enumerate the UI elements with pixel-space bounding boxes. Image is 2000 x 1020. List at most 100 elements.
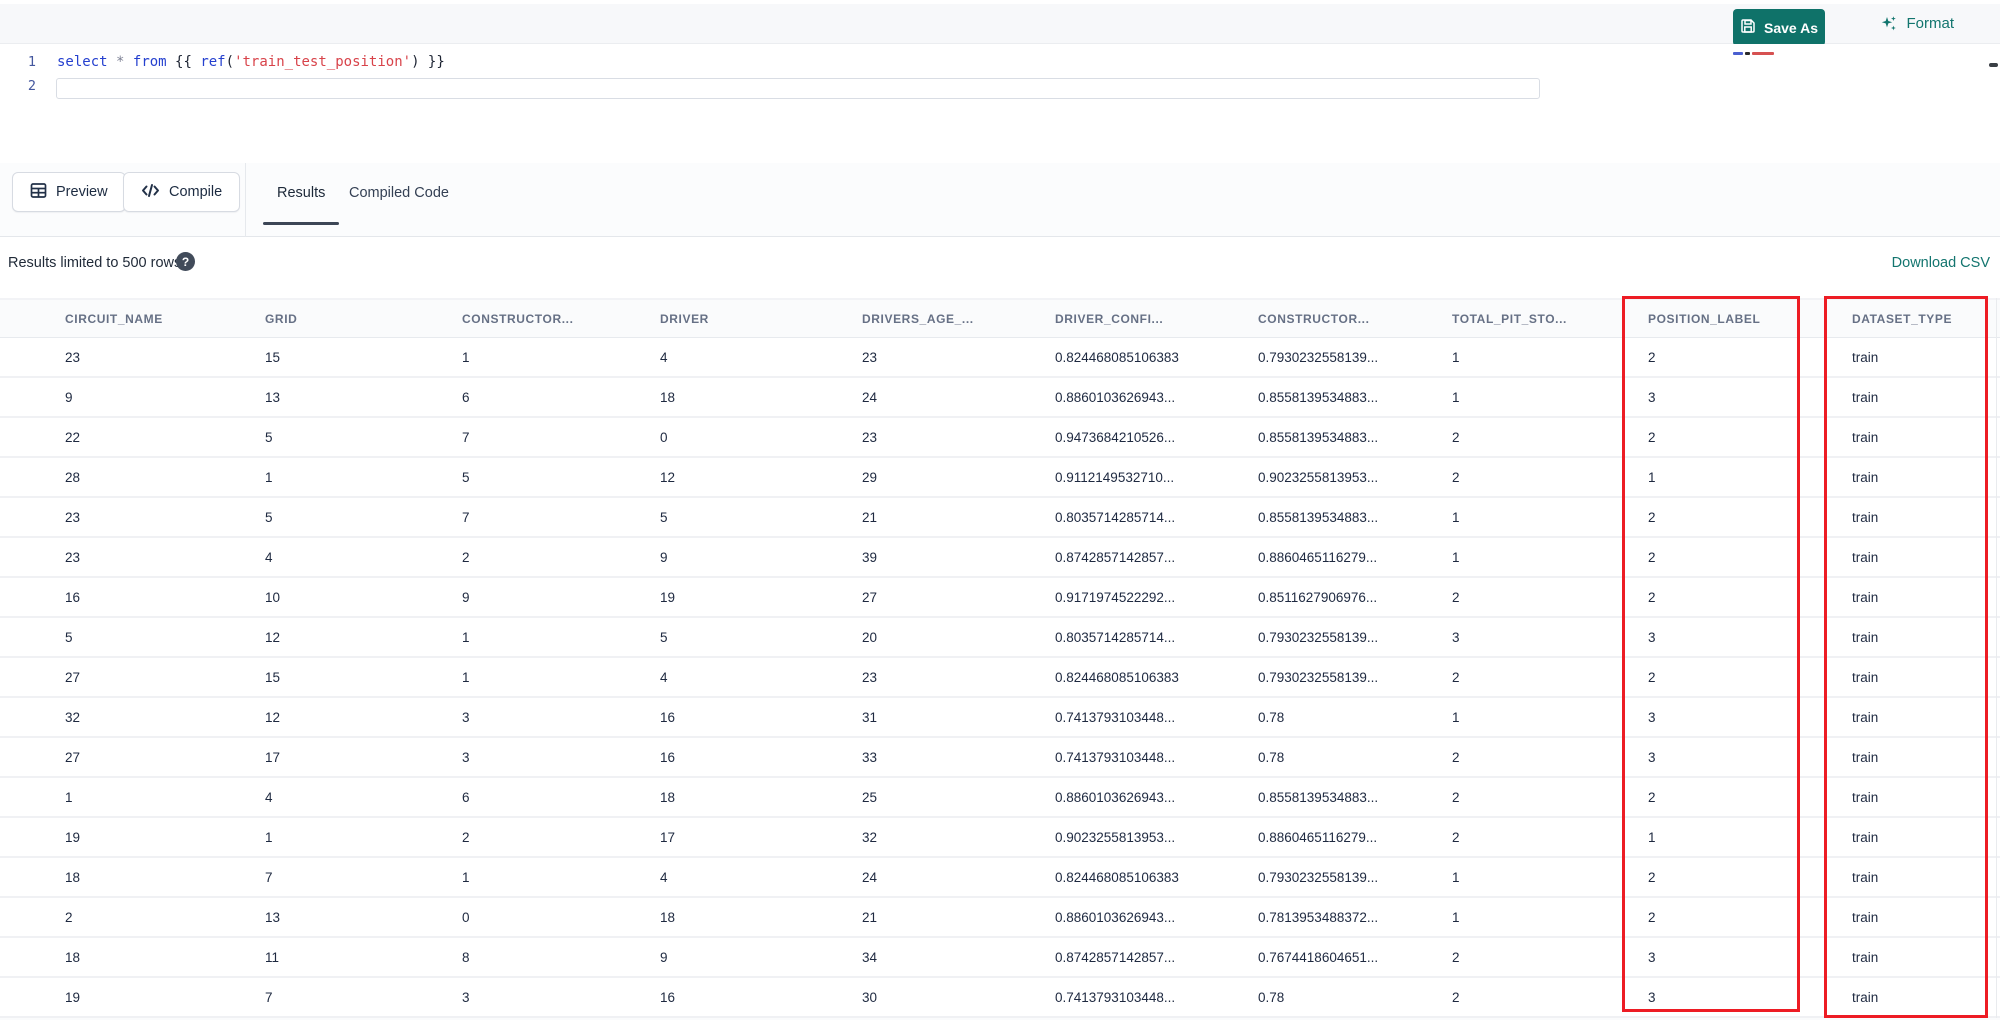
sql-code-editor[interactable]: 1 select * from {{ ref('train_test_posit…	[0, 44, 2000, 163]
preview-label: Preview	[56, 184, 108, 200]
compile-label: Compile	[169, 184, 223, 200]
table-cell: 1	[1452, 869, 1460, 885]
table-cell: 0.8742857142857...	[1055, 549, 1176, 565]
table-cell: 0.9473684210526...	[1055, 429, 1176, 445]
table-cell: 5	[265, 429, 273, 445]
table-cell: 20	[862, 629, 878, 645]
column-header: CONSTRUCTOR...	[1258, 311, 1370, 326]
table-cell: 7	[265, 869, 273, 885]
table-cell: 2	[1648, 549, 1656, 565]
table-cell: 23	[65, 549, 81, 565]
table-row: 23 15 1 4 23 0.824468085106383 0.7930232558139…	[0, 338, 2000, 378]
table-cell: train	[1852, 669, 1879, 685]
table-cell: 2	[1648, 789, 1656, 805]
table-cell: 0.8035714285714...	[1055, 509, 1176, 525]
table-cell: 9	[65, 389, 73, 405]
table-cell: 2	[1648, 349, 1656, 365]
table-cell: 0.7813953488372...	[1258, 909, 1379, 925]
table-cell: 0.8860103626943...	[1055, 789, 1176, 805]
active-tab-indicator	[263, 222, 339, 225]
table-cell: 0.7413793103448...	[1055, 749, 1176, 765]
table-cell: 1	[265, 829, 273, 845]
table-cell: 18	[660, 389, 676, 405]
table-cell: 2	[1648, 869, 1656, 885]
table-cell: train	[1852, 629, 1879, 645]
table-cell: 5	[660, 509, 668, 525]
table-cell: 4	[660, 349, 668, 365]
editor-minimap[interactable]	[1733, 51, 1779, 55]
column-header: TOTAL_PIT_STO...	[1452, 311, 1567, 326]
table-cell: 0.8860103626943...	[1055, 389, 1176, 405]
table-cell: 6	[462, 389, 470, 405]
line-number-2: 2	[27, 78, 36, 94]
table-cell: 1	[265, 469, 273, 485]
column-header: POSITION_LABEL	[1648, 311, 1761, 326]
table-cell: 4	[660, 869, 668, 885]
table-cell: 1	[1452, 349, 1460, 365]
table-cell: 21	[862, 909, 878, 925]
table-cell: 15	[265, 669, 281, 685]
table-cell: 5	[660, 629, 668, 645]
table-cell: 11	[265, 949, 280, 965]
table-cell: 17	[265, 749, 281, 765]
table-cell: 10	[265, 589, 281, 605]
table-cell: 2	[1452, 989, 1460, 1005]
table-cell: 0.7930232558139...	[1258, 869, 1379, 885]
table-cell: 3	[1648, 989, 1656, 1005]
table-cell: 2	[1452, 589, 1460, 605]
table-cell: 1	[1452, 909, 1460, 925]
save-as-label: Save As	[1764, 19, 1818, 36]
editor-scrollbar-handle[interactable]	[1989, 63, 1998, 67]
table-cell: train	[1852, 829, 1879, 845]
table-cell: 0.78	[1258, 709, 1285, 725]
table-row: 1 4 6 18 25 0.8860103626943... 0.8558139534883…	[0, 778, 2000, 818]
code-line-1[interactable]: 1 select * from {{ ref('train_test_posit…	[0, 54, 2000, 75]
preview-button[interactable]: Preview	[12, 172, 126, 212]
table-cell: 0.8860103626943...	[1055, 909, 1176, 925]
table-cell: 2	[462, 549, 470, 565]
table-cell: 1	[1648, 469, 1656, 485]
column-header: DATASET_TYPE	[1852, 311, 1953, 326]
table-cell: 5	[462, 469, 470, 485]
table-cell: 19	[660, 589, 676, 605]
help-icon[interactable]: ?	[176, 252, 195, 271]
table-cell: 1	[462, 869, 470, 885]
table-cell: 0.9023255813953...	[1055, 829, 1176, 845]
tab-compiled-code-label: Compiled Code	[349, 185, 449, 201]
sql-ide-page: Format Save As 1 select * from {{ ref('t…	[0, 0, 2000, 1020]
table-cell: train	[1852, 549, 1879, 565]
table-cell: 2	[1452, 829, 1460, 845]
table-row: 27 15 1 4 23 0.824468085106383 0.7930232558139…	[0, 658, 2000, 698]
compile-button[interactable]: Compile	[123, 172, 241, 212]
table-row: 32 12 3 16 31 0.7413793103448... 0.78 1 3 train	[0, 698, 2000, 738]
table-cell: 32	[65, 709, 81, 725]
table-cell: 22	[65, 429, 81, 445]
table-cell: 2	[1648, 509, 1656, 525]
tab-compiled-code[interactable]: Compiled Code	[341, 163, 457, 223]
code-line-2-text	[36, 78, 57, 99]
table-row: 16 10 9 19 27 0.9171974522292... 0.85116279069…	[0, 578, 2000, 618]
table-cell: 2	[1648, 669, 1656, 685]
table-row: 28 1 5 12 29 0.9112149532710... 0.902325581395…	[0, 458, 2000, 498]
download-csv-link[interactable]: Download CSV	[1892, 255, 1990, 271]
column-header: CONSTRUCTOR...	[462, 311, 574, 326]
table-cell: 0	[660, 429, 668, 445]
tab-results[interactable]: Results	[263, 163, 339, 223]
table-cell: 0.78	[1258, 989, 1285, 1005]
table-right-border	[1996, 298, 1997, 1018]
table-cell: 3	[462, 709, 470, 725]
table-cell: 17	[660, 829, 676, 845]
table-cell: 24	[862, 389, 878, 405]
table-cell: 2	[1452, 749, 1460, 765]
table-cell: 0.7930232558139...	[1258, 629, 1379, 645]
table-cell: 3	[1648, 949, 1656, 965]
table-cell: 2	[1452, 949, 1460, 965]
format-button[interactable]: Format	[1880, 15, 1954, 33]
save-as-button[interactable]: Save As	[1733, 9, 1825, 46]
table-cell: train	[1852, 789, 1879, 805]
table-cell: 18	[660, 789, 676, 805]
table-cell: 2	[65, 909, 73, 925]
table-cell: 23	[862, 349, 878, 365]
table-cell: 19	[65, 989, 81, 1005]
table-cell: 0.8860465116279...	[1258, 829, 1378, 845]
